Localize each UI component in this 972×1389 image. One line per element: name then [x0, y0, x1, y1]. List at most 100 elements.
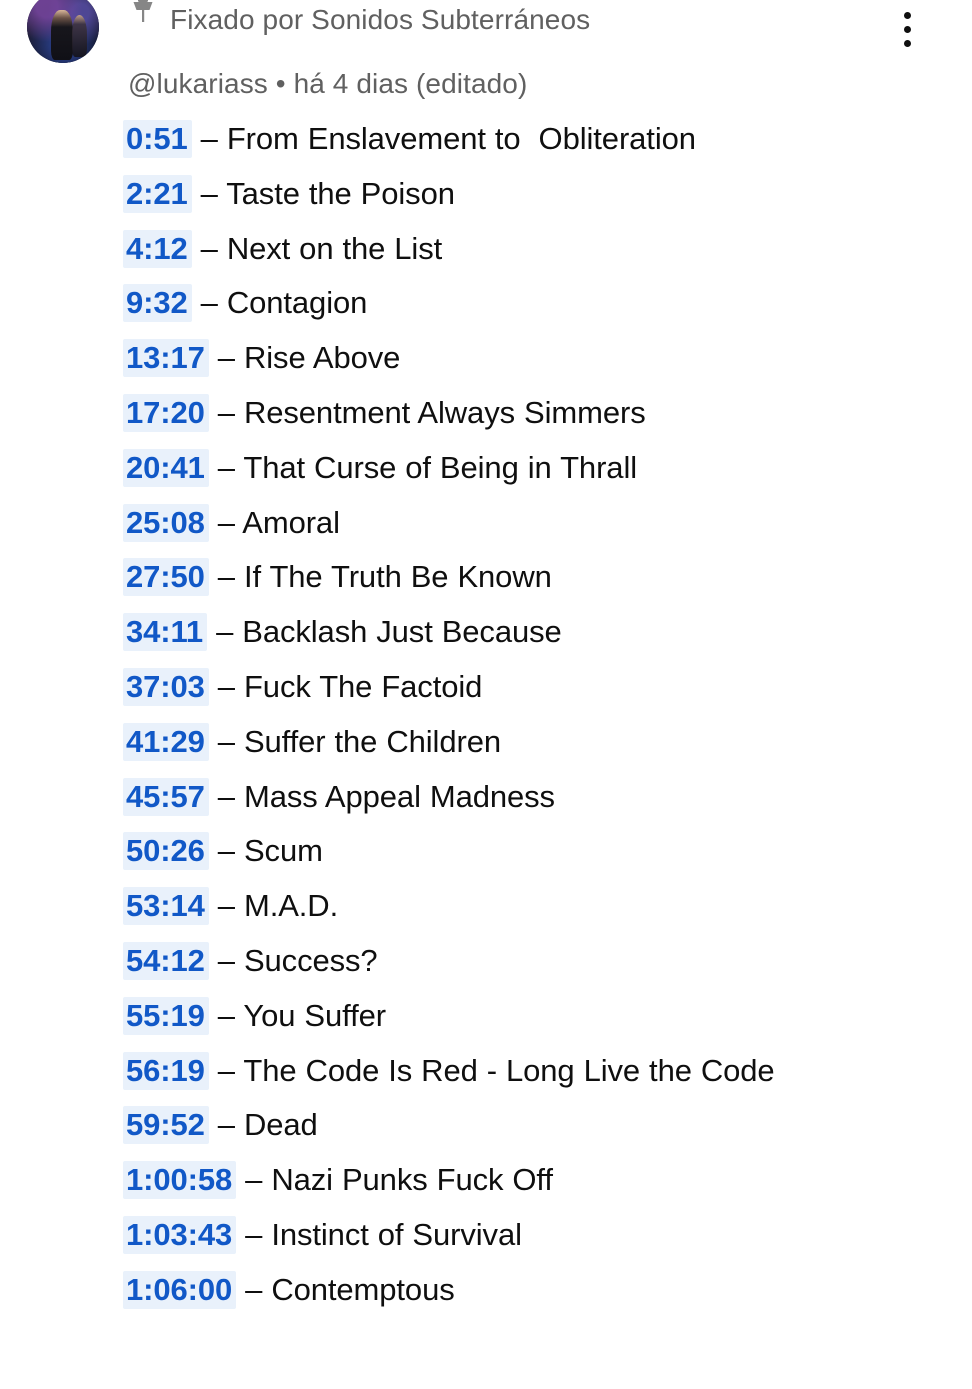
track-title: Suffer the Children: [243, 723, 501, 759]
avatar-image-detail-secondary: [71, 15, 88, 58]
timestamp-separator: –: [208, 449, 244, 485]
timestamp-line: 54:12 – Success?: [123, 934, 850, 989]
timestamp-line: 0:51 – From Enslavement to Obliteration: [123, 112, 850, 167]
timestamp-line: 59:52 – Dead: [123, 1098, 850, 1153]
timestamp-line: 55:19 – You Suffer: [123, 989, 850, 1044]
timestamp-link[interactable]: 1:00:58: [123, 1161, 237, 1200]
track-title: Contagion: [226, 285, 368, 321]
track-title: Instinct of Survival: [271, 1216, 522, 1252]
timestamp-separator: –: [208, 1107, 244, 1143]
track-title: You Suffer: [243, 997, 386, 1033]
timestamp-line: 50:26 – Scum: [123, 824, 850, 879]
timestamp-link[interactable]: 2:21: [123, 174, 192, 213]
timestamp-separator: –: [208, 394, 244, 430]
timestamp-link[interactable]: 25:08: [123, 503, 209, 542]
track-title: Mass Appeal Madness: [243, 778, 555, 814]
timestamp-line: 1:06:00 – Contemptous: [123, 1263, 850, 1318]
comment-text: 0:51 – From Enslavement to Obliteration 2…: [123, 112, 850, 1318]
timestamp-link[interactable]: 59:52: [123, 1106, 209, 1145]
track-title: Resentment Always Simmers: [243, 394, 646, 430]
timestamp-separator: –: [208, 723, 244, 759]
track-title: If The Truth Be Known: [243, 559, 552, 595]
timestamp-separator: –: [207, 614, 243, 650]
timestamp-link[interactable]: 20:41: [123, 448, 209, 487]
timestamp-link[interactable]: 53:14: [123, 887, 209, 926]
timestamp-link[interactable]: 41:29: [123, 722, 209, 761]
timestamp-line: 56:19 – The Code Is Red - Long Live the …: [123, 1044, 850, 1099]
track-title: Contemptous: [271, 1271, 455, 1307]
more-dot: [903, 11, 911, 19]
track-title: Next on the List: [226, 230, 443, 266]
pinned-by-label: Fixado por Sonidos Subterráneos: [170, 4, 591, 35]
track-title: M.A.D.: [243, 888, 339, 924]
timestamp-link[interactable]: 13:17: [123, 339, 209, 378]
timestamp-link[interactable]: 9:32: [123, 284, 192, 323]
timestamp-separator: –: [208, 1052, 244, 1088]
timestamp-separator: –: [191, 175, 227, 211]
track-title: Success?: [243, 942, 378, 978]
track-title: Rise Above: [243, 340, 401, 376]
more-dot: [903, 25, 911, 33]
more-vertical-icon[interactable]: [893, 5, 921, 53]
timestamp-link[interactable]: 54:12: [123, 941, 209, 980]
track-title: Nazi Punks Fuck Off: [271, 1162, 553, 1198]
timestamp-link[interactable]: 55:19: [123, 996, 209, 1035]
timestamp-line: 25:08 – Amoral: [123, 496, 850, 551]
timestamp-separator: –: [208, 559, 244, 595]
timestamp-separator: –: [236, 1162, 272, 1198]
timestamp-separator: –: [236, 1216, 272, 1252]
track-title: That Curse of Being in Thrall: [243, 449, 638, 485]
track-title: The Code Is Red - Long Live the Code: [243, 1052, 775, 1088]
track-title: Fuck The Factoid: [243, 668, 483, 704]
timestamp-separator: –: [208, 504, 243, 540]
comment-author-line[interactable]: @lukariass • há 4 dias (editado): [128, 62, 527, 106]
timestamp-line: 17:20 – Resentment Always Simmers: [123, 386, 850, 441]
timestamp-line: 53:14 – M.A.D.: [123, 879, 850, 934]
timestamp-separator: –: [191, 230, 227, 266]
timestamp-line: 2:21 – Taste the Poison: [123, 167, 850, 222]
more-dot: [903, 39, 911, 47]
timestamp-link[interactable]: 50:26: [123, 832, 209, 871]
timestamp-line: 27:50 – If The Truth Be Known: [123, 550, 850, 605]
timestamp-separator: –: [208, 340, 244, 376]
track-title: Dead: [243, 1107, 318, 1143]
timestamp-separator: –: [208, 942, 244, 978]
timestamp-link[interactable]: 45:57: [123, 777, 209, 816]
timestamp-link[interactable]: 0:51: [123, 120, 192, 158]
pin-icon: [130, 0, 156, 23]
avatar-image-detail: [51, 9, 74, 61]
timestamp-line: 45:57 – Mass Appeal Madness: [123, 770, 850, 825]
timestamp-separator: –: [208, 833, 244, 869]
timestamp-link[interactable]: 17:20: [123, 393, 209, 432]
track-title: Scum: [243, 833, 323, 869]
timestamp-line: 1:03:43 – Instinct of Survival: [123, 1208, 850, 1263]
timestamp-separator: –: [208, 997, 244, 1033]
timestamp-separator: –: [236, 1271, 272, 1307]
timestamp-separator: –: [191, 121, 227, 156]
timestamp-link[interactable]: 1:06:00: [123, 1270, 237, 1309]
timestamp-line: 41:29 – Suffer the Children: [123, 715, 850, 770]
timestamp-line: 1:00:58 – Nazi Punks Fuck Off: [123, 1153, 850, 1208]
timestamp-link[interactable]: 34:11: [123, 613, 208, 652]
timestamp-line: 13:17 – Rise Above: [123, 331, 850, 386]
timestamp-link[interactable]: 37:03: [123, 667, 209, 706]
track-title: From Enslavement to Obliteration: [226, 121, 696, 156]
timestamp-separator: –: [208, 888, 244, 924]
timestamp-separator: –: [208, 778, 244, 814]
timestamp-separator: –: [191, 285, 227, 321]
timestamp-line: 4:12 – Next on the List: [123, 222, 850, 277]
timestamp-line: 20:41 – That Curse of Being in Thrall: [123, 441, 850, 496]
track-title: Amoral: [242, 504, 340, 540]
timestamp-link[interactable]: 56:19: [123, 1051, 209, 1090]
avatar[interactable]: [27, 0, 99, 63]
timestamp-link[interactable]: 1:03:43: [123, 1215, 237, 1254]
track-title: Taste the Poison: [226, 175, 455, 211]
timestamp-separator: –: [208, 668, 244, 704]
timestamp-line: 34:11 – Backlash Just Because: [123, 605, 850, 660]
pinned-comment: Fixado por Sonidos Subterráneos @lukaria…: [0, 0, 972, 1389]
track-title: Backlash Just Because: [242, 614, 562, 650]
timestamp-line: 9:32 – Contagion: [123, 276, 850, 331]
timestamp-line: 37:03 – Fuck The Factoid: [123, 660, 850, 715]
timestamp-link[interactable]: 4:12: [123, 229, 192, 268]
timestamp-link[interactable]: 27:50: [123, 558, 209, 597]
